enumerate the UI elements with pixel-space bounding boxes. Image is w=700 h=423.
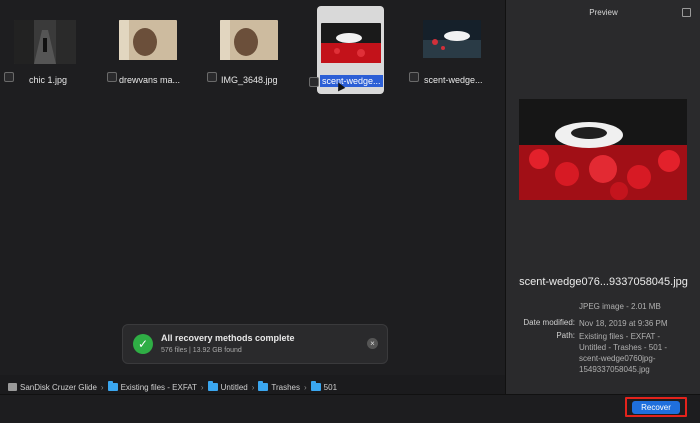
file-type-size: JPEG image - 2.01 MB xyxy=(579,302,661,311)
preview-title: Preview xyxy=(589,8,618,17)
footer-bar xyxy=(0,394,700,423)
file-tile[interactable]: drewvans ma... xyxy=(100,0,200,95)
breadcrumb-label: Untitled xyxy=(220,382,248,392)
breadcrumb-item[interactable]: Existing files - EXFAT xyxy=(107,381,197,392)
file-thumbnail xyxy=(423,20,481,64)
check-icon: ✓ xyxy=(133,334,153,354)
recover-button[interactable]: Recover xyxy=(632,401,680,414)
breadcrumb-item[interactable]: 501 xyxy=(310,381,338,392)
close-icon[interactable]: × xyxy=(367,338,378,349)
file-grid: chic 1.jpg drewvans ma... IMG_3648.jpg s… xyxy=(0,0,505,375)
breadcrumb-label: 501 xyxy=(323,382,338,392)
file-thumbnail xyxy=(14,20,76,64)
breadcrumb-item[interactable]: SanDisk Cruzer Glide xyxy=(8,383,97,392)
breadcrumb-item[interactable]: Untitled xyxy=(207,381,248,392)
file-checkbox[interactable] xyxy=(309,77,319,87)
file-tile[interactable]: chic 1.jpg xyxy=(0,0,90,95)
chevron-right-icon: › xyxy=(304,382,307,392)
chevron-right-icon: › xyxy=(200,382,204,392)
recovery-complete-toast: ✓ All recovery methods complete 576 file… xyxy=(122,324,388,364)
folder-icon xyxy=(258,381,269,391)
toast-subtitle: 576 files | 13.92 GB found xyxy=(161,347,242,354)
preview-image xyxy=(519,99,687,200)
file-name: chic 1.jpg xyxy=(29,75,68,85)
file-name: scent-wedge... xyxy=(424,75,483,85)
folder-icon xyxy=(310,381,321,391)
folder-icon xyxy=(207,381,218,391)
file-tile[interactable]: IMG_3648.jpg xyxy=(205,0,300,95)
breadcrumb-label: Trashes xyxy=(271,382,300,392)
file-checkbox[interactable] xyxy=(4,72,14,82)
toast-title: All recovery methods complete xyxy=(161,333,295,343)
drive-icon xyxy=(8,383,17,391)
date-modified-label: Date modified: xyxy=(523,318,575,327)
file-checkbox[interactable] xyxy=(107,72,117,82)
breadcrumb-item[interactable]: Trashes xyxy=(258,381,300,392)
file-name: IMG_3648.jpg xyxy=(221,75,278,85)
expand-icon[interactable] xyxy=(682,8,691,17)
chevron-right-icon: › xyxy=(100,382,104,392)
folder-icon xyxy=(107,381,118,391)
file-name-selected: scent-wedge... xyxy=(320,75,383,87)
file-tile[interactable]: scent-wedge... xyxy=(405,0,500,95)
breadcrumb-label: SanDisk Cruzer Glide xyxy=(20,382,97,392)
breadcrumb-label: Existing files - EXFAT xyxy=(120,382,197,392)
breadcrumb: SanDisk Cruzer Glide › Existing files - … xyxy=(8,380,337,394)
path-label: Path: xyxy=(556,331,575,340)
file-checkbox[interactable] xyxy=(409,72,419,82)
file-thumbnail xyxy=(321,23,381,67)
chevron-right-icon: › xyxy=(251,382,255,392)
file-name: drewvans ma... xyxy=(119,75,181,85)
date-modified-value: Nov 18, 2019 at 9:36 PM xyxy=(579,319,668,328)
preview-filename: scent-wedge076...9337058045.jpg xyxy=(519,276,688,288)
file-checkbox[interactable] xyxy=(207,72,217,82)
path-value: Existing files - EXFAT - Untitled - Tras… xyxy=(579,332,668,374)
file-thumbnail xyxy=(119,20,177,64)
file-thumbnail xyxy=(220,20,278,64)
